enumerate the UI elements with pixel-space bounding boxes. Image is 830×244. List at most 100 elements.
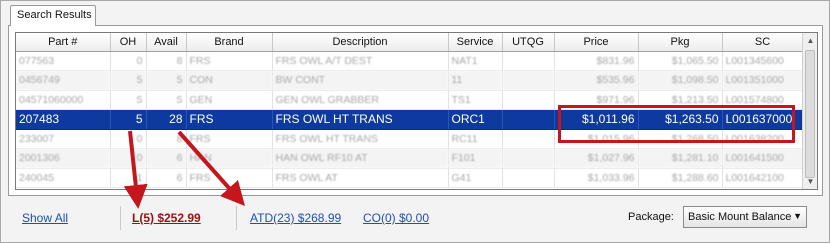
- cell-avail: 5: [146, 70, 187, 91]
- cell-brand: FRS: [186, 109, 273, 130]
- cell-brand: GEN: [186, 90, 273, 110]
- cell-price: $535.96: [554, 70, 639, 91]
- location-l-link[interactable]: L(5) $252.99: [132, 211, 201, 225]
- col-header-price[interactable]: Price: [554, 33, 639, 52]
- cell-service: RC11: [448, 129, 503, 149]
- location-atd-link[interactable]: ATD(23) $268.99: [250, 211, 341, 225]
- cell-price: $1,027.96: [554, 148, 639, 169]
- cell-utqg: [502, 51, 555, 71]
- location-co-link[interactable]: CO(0) $0.00: [363, 211, 429, 225]
- cell-price: $971.96: [554, 90, 639, 110]
- footer-divider: [236, 206, 237, 230]
- col-header-part[interactable]: Part #: [16, 33, 111, 52]
- scroll-down-arrow-icon[interactable]: ▼: [803, 174, 817, 189]
- cell-brand: HAN: [186, 148, 273, 169]
- cell-oh: 5: [110, 90, 147, 110]
- cell-service: F101: [448, 148, 503, 169]
- cell-oh: 1: [110, 168, 147, 188]
- cell-utqg: [502, 109, 555, 130]
- table-row[interactable]: 2001306 0 6 HAN HAN OWL RF10 AT F101 $1,027.96…: [16, 148, 804, 169]
- chevron-down-icon: ▼: [793, 211, 802, 221]
- package-select-value: Basic Mount Balance: [688, 211, 792, 223]
- table-row[interactable]: 04571060000 5 5 GEN GEN OWL GRABBER TS1 $971.9…: [16, 90, 804, 110]
- scrollbar-thumb[interactable]: [805, 50, 815, 178]
- col-header-description[interactable]: Description: [272, 33, 449, 52]
- cell-sc: L001642100: [722, 168, 804, 188]
- cell-price: $831.96: [554, 51, 639, 71]
- cell-pkg: $1,065.50: [638, 51, 723, 71]
- cell-pkg: $1,098.50: [638, 70, 723, 91]
- cell-avail: 28: [146, 109, 187, 130]
- footer-divider: [120, 206, 121, 230]
- results-grid: Part # OH Avail Brand Description Servic…: [15, 32, 818, 190]
- cell-sc: L001641500: [722, 148, 804, 169]
- vertical-scrollbar[interactable]: ▲ ▼: [802, 33, 817, 189]
- cell-utqg: [502, 148, 555, 169]
- col-header-brand[interactable]: Brand: [186, 33, 273, 52]
- package-label: Package:: [628, 211, 674, 223]
- cell-description: FRS OWL HT TRANS: [272, 129, 449, 149]
- cell-utqg: [502, 129, 555, 149]
- col-header-sc[interactable]: SC: [722, 33, 804, 52]
- table-row[interactable]: 233007 0 8 FRS FRS OWL HT TRANS RC11 $1,015.96…: [16, 129, 804, 149]
- show-all-link[interactable]: Show All: [22, 211, 68, 225]
- col-header-oh[interactable]: OH: [110, 33, 147, 52]
- cell-avail: 5: [146, 90, 187, 110]
- cell-part: 0456749: [16, 70, 111, 91]
- cell-price: $1,015.96: [554, 129, 639, 149]
- search-results-window: Search Results Part # OH Avail Brand Des…: [0, 0, 830, 243]
- table-row[interactable]: 240045 1 6 FRS FRS OWL AT G41 $1,033.96 $1,288.…: [16, 168, 804, 188]
- cell-price: $1,033.96: [554, 168, 639, 188]
- cell-sc: L001574800: [722, 90, 804, 110]
- results-table: Part # OH Avail Brand Description Servic…: [16, 33, 804, 188]
- cell-avail: 8: [146, 51, 187, 71]
- cell-sc: L001351000: [722, 70, 804, 91]
- cell-service: ORC1: [448, 109, 503, 130]
- cell-oh: 5: [110, 70, 147, 91]
- cell-sc: L001638200: [722, 129, 804, 149]
- package-select[interactable]: Basic Mount Balance ▼: [683, 206, 807, 228]
- scroll-up-arrow-icon[interactable]: ▲: [803, 33, 817, 48]
- cell-pkg: $1,263.50: [638, 109, 723, 130]
- results-panel: Part # OH Avail Brand Description Servic…: [8, 25, 823, 196]
- cell-description: FRS OWL HT TRANS: [272, 109, 449, 130]
- cell-pkg: $1,213.50: [638, 90, 723, 110]
- cell-utqg: [502, 90, 555, 110]
- header-row: Part # OH Avail Brand Description Servic…: [16, 33, 804, 52]
- cell-brand: FRS: [186, 51, 273, 71]
- cell-part: 077563: [16, 51, 111, 71]
- cell-part: 207483: [16, 109, 111, 130]
- cell-sc: L001345600: [722, 51, 804, 71]
- cell-part: 240045: [16, 168, 111, 188]
- cell-brand: CON: [186, 70, 273, 91]
- cell-part: 233007: [16, 129, 111, 149]
- col-header-avail[interactable]: Avail: [146, 33, 187, 52]
- cell-part: 04571060000: [16, 90, 111, 110]
- table-row-selected[interactable]: 207483 5 28 FRS FRS OWL HT TRANS ORC1 $1,011.9…: [16, 109, 804, 130]
- cell-oh: 5: [110, 109, 147, 130]
- cell-pkg: $1,268.50: [638, 129, 723, 149]
- cell-service: 11: [448, 70, 503, 91]
- cell-avail: 8: [146, 129, 187, 149]
- cell-price: $1,011.96: [554, 109, 639, 130]
- tab-search-results[interactable]: Search Results: [10, 5, 96, 26]
- cell-description: GEN OWL GRABBER: [272, 90, 449, 110]
- cell-utqg: [502, 168, 555, 188]
- cell-description: FRS OWL A/T DEST: [272, 51, 449, 71]
- cell-pkg: $1,288.60: [638, 168, 723, 188]
- cell-brand: FRS: [186, 168, 273, 188]
- cell-pkg: $1,281.10: [638, 148, 723, 169]
- cell-description: BW CONT: [272, 70, 449, 91]
- cell-service: NAT1: [448, 51, 503, 71]
- col-header-utqg[interactable]: UTQG: [502, 33, 555, 52]
- cell-description: HAN OWL RF10 AT: [272, 148, 449, 169]
- table-row[interactable]: 077563 0 8 FRS FRS OWL A/T DEST NAT1 $831.96 $1…: [16, 51, 804, 71]
- cell-service: G41: [448, 168, 503, 188]
- table-row[interactable]: 0456749 5 5 CON BW CONT 11 $535.96 $1,098.50 L00…: [16, 70, 804, 91]
- cell-oh: 0: [110, 51, 147, 71]
- cell-description: FRS OWL AT: [272, 168, 449, 188]
- cell-service: TS1: [448, 90, 503, 110]
- cell-avail: 6: [146, 168, 187, 188]
- col-header-pkg[interactable]: Pkg: [638, 33, 723, 52]
- col-header-service[interactable]: Service: [448, 33, 503, 52]
